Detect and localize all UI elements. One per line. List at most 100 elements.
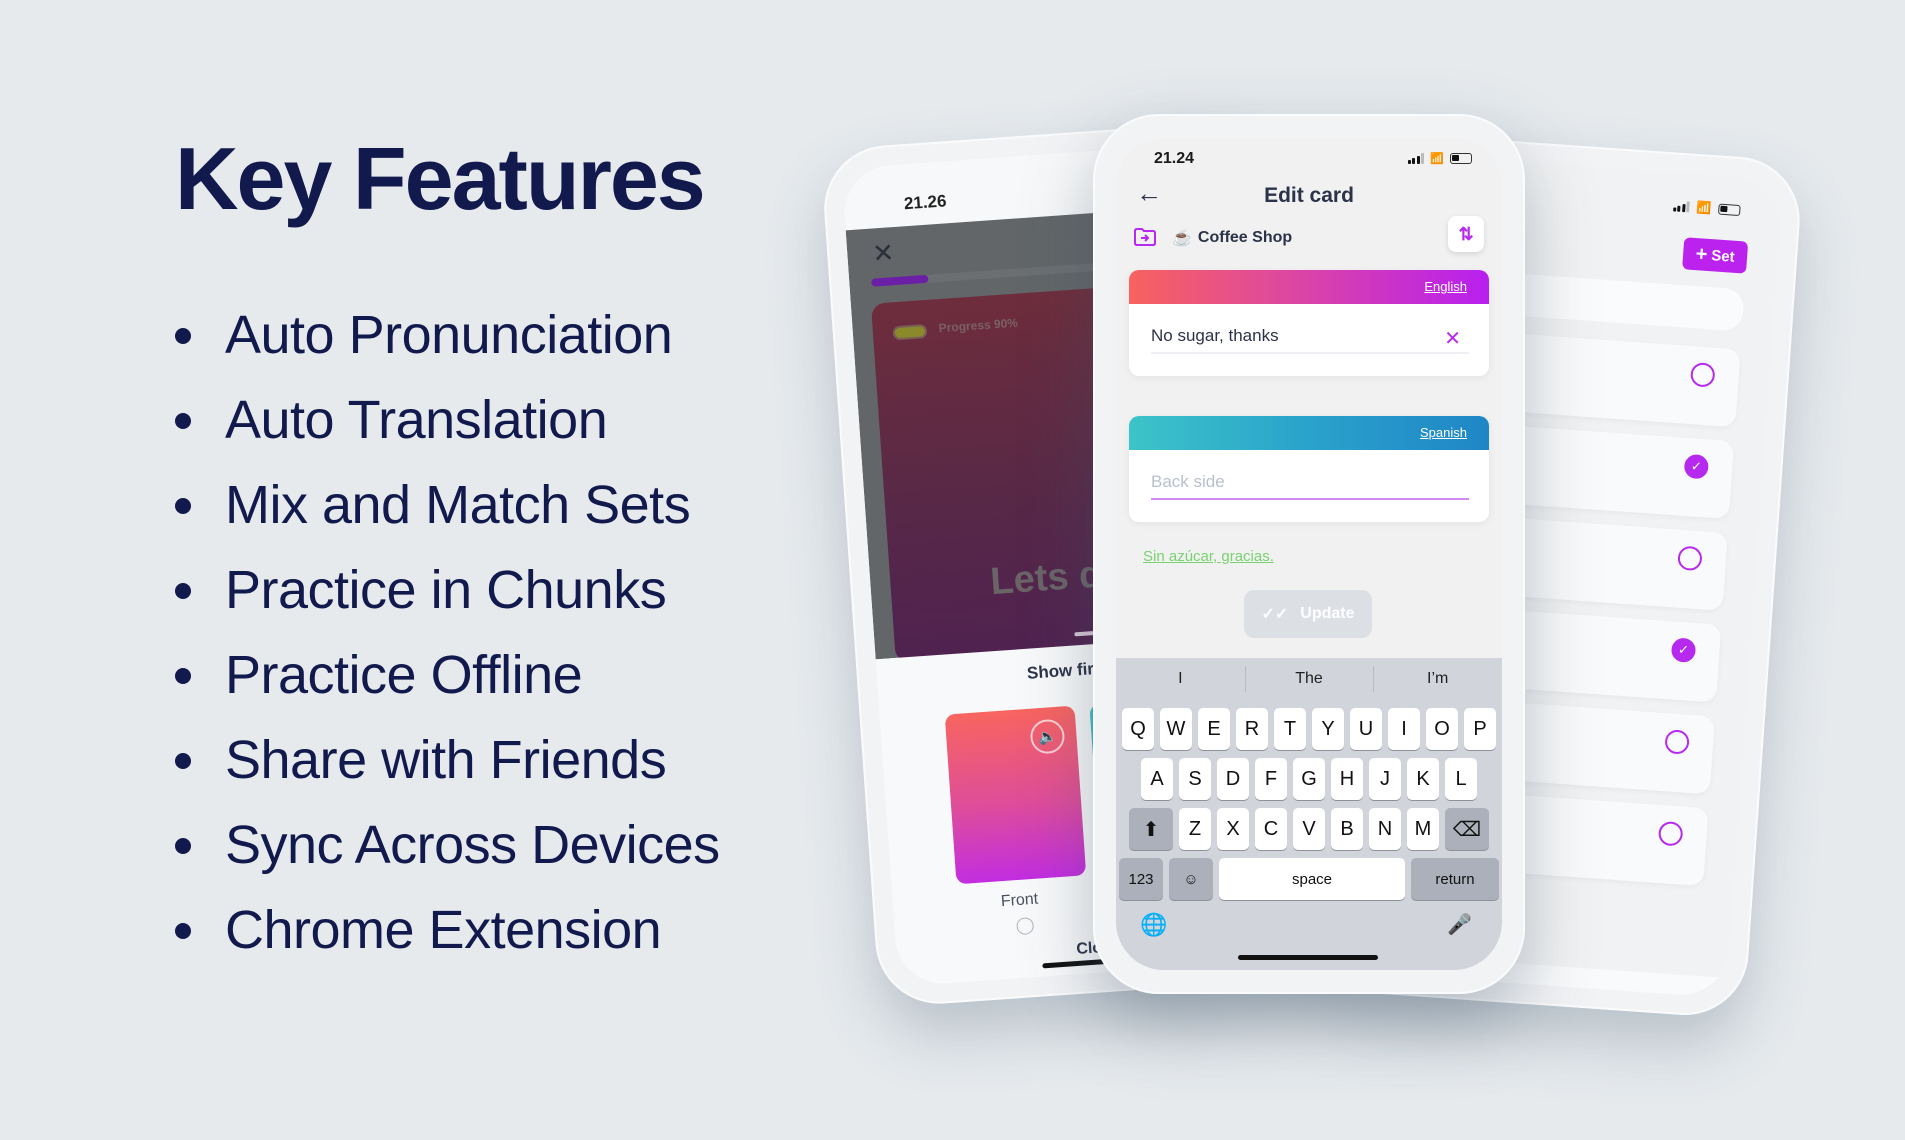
- move-folder-icon[interactable]: [1134, 228, 1156, 246]
- signal-icon: [1407, 153, 1425, 164]
- key-v[interactable]: V: [1293, 808, 1325, 850]
- back-side-input[interactable]: [1151, 466, 1469, 500]
- key-n[interactable]: N: [1369, 808, 1401, 850]
- wifi-icon: 📶: [1696, 200, 1712, 216]
- key-x[interactable]: X: [1217, 808, 1249, 850]
- coffee-icon: ☕: [1172, 230, 1192, 247]
- set-checkbox-checked[interactable]: ✓: [1683, 453, 1710, 480]
- keyboard-bottom-bar: 🌐 🎤: [1116, 906, 1502, 946]
- sheet-title: Show fir: [1026, 659, 1095, 683]
- set-checkbox[interactable]: [1689, 362, 1716, 388]
- feature-item: Practice Offline: [175, 640, 720, 725]
- session-progress-fill: [871, 274, 929, 287]
- set-checkbox[interactable]: [1677, 545, 1703, 572]
- bullet-icon: [175, 838, 191, 854]
- key-w[interactable]: W: [1160, 708, 1192, 750]
- swap-sides-icon[interactable]: ⇅: [1448, 216, 1484, 252]
- feature-item: Practice in Chunks: [175, 555, 720, 640]
- key-q[interactable]: Q: [1122, 708, 1154, 750]
- key-z[interactable]: Z: [1179, 808, 1211, 850]
- emoji-key[interactable]: ☺: [1169, 858, 1213, 900]
- key-p[interactable]: P: [1464, 708, 1496, 750]
- translation-suggestion-link[interactable]: Sin azúcar, gracias.: [1143, 548, 1274, 565]
- add-set-button[interactable]: + Set: [1682, 237, 1749, 274]
- front-side-header: English: [1129, 270, 1489, 304]
- bullet-icon: [175, 328, 191, 344]
- key-a[interactable]: A: [1141, 758, 1173, 800]
- set-selector[interactable]: ☕ Coffee Shop: [1172, 228, 1292, 248]
- suggestion[interactable]: The: [1244, 666, 1374, 692]
- front-label: Front: [1000, 890, 1039, 911]
- bullet-icon: [175, 413, 191, 429]
- bullet-icon: [175, 923, 191, 939]
- set-checkbox[interactable]: [1657, 820, 1684, 847]
- screen-title: Edit card: [1264, 184, 1354, 207]
- key-o[interactable]: O: [1426, 708, 1458, 750]
- feature-label: Practice Offline: [225, 645, 583, 705]
- status-time: 21.24: [1154, 150, 1195, 167]
- plus-icon: +: [1694, 243, 1709, 266]
- battery-icon: [1718, 203, 1741, 216]
- feature-label: Sync Across Devices: [225, 815, 720, 875]
- key-c[interactable]: C: [1255, 808, 1287, 850]
- return-key[interactable]: return: [1411, 858, 1499, 900]
- key-g[interactable]: G: [1293, 758, 1325, 800]
- feature-item: Mix and Match Sets: [175, 470, 720, 555]
- update-button[interactable]: ✓✓ Update: [1244, 590, 1372, 638]
- feature-label: Auto Translation: [225, 390, 608, 450]
- suggestion[interactable]: I’m: [1373, 666, 1502, 692]
- key-m[interactable]: M: [1407, 808, 1439, 850]
- front-card-option[interactable]: 🔈: [944, 705, 1087, 885]
- battery-icon: [1450, 153, 1472, 164]
- letter-keys: ZXCVBNM: [1179, 808, 1439, 850]
- feature-item: Sync Across Devices: [175, 810, 720, 895]
- numbers-key[interactable]: 123: [1119, 858, 1163, 900]
- globe-icon[interactable]: 🌐: [1140, 912, 1167, 938]
- set-checkbox[interactable]: [1664, 729, 1690, 755]
- front-radio[interactable]: [1016, 917, 1035, 936]
- key-d[interactable]: D: [1217, 758, 1249, 800]
- set-name: Coffee Shop: [1197, 229, 1293, 246]
- clear-icon[interactable]: ✕: [1444, 326, 1461, 351]
- shift-key[interactable]: ⬆: [1129, 808, 1173, 850]
- status-time: 21.26: [903, 191, 948, 214]
- feature-list: Auto Pronunciation Auto Translation Mix …: [175, 300, 720, 980]
- key-i[interactable]: I: [1388, 708, 1420, 750]
- close-icon[interactable]: ✕: [871, 237, 895, 269]
- front-side-input[interactable]: [1151, 320, 1469, 354]
- key-y[interactable]: Y: [1312, 708, 1344, 750]
- back-field: [1129, 450, 1489, 522]
- page-title: Key Features: [175, 129, 706, 228]
- progress-pill-icon: [892, 324, 928, 341]
- space-key[interactable]: space: [1219, 858, 1405, 900]
- microphone-icon[interactable]: 🎤: [1447, 912, 1472, 937]
- speaker-icon[interactable]: 🔈: [1029, 718, 1066, 755]
- feature-item: Auto Translation: [175, 385, 720, 470]
- update-label: Update: [1300, 605, 1355, 622]
- keyboard-row-2: ASDFGHJKL: [1116, 758, 1502, 800]
- key-t[interactable]: T: [1274, 708, 1306, 750]
- key-k[interactable]: K: [1407, 758, 1439, 800]
- bullet-icon: [175, 668, 191, 684]
- keyboard-row-1: QWERTYUIOP: [1116, 708, 1502, 750]
- key-h[interactable]: H: [1331, 758, 1363, 800]
- feature-label: Mix and Match Sets: [225, 475, 691, 535]
- key-j[interactable]: J: [1369, 758, 1401, 800]
- key-u[interactable]: U: [1350, 708, 1382, 750]
- back-side-card: Spanish: [1129, 416, 1489, 522]
- key-e[interactable]: E: [1198, 708, 1230, 750]
- home-indicator: [1238, 955, 1378, 960]
- backspace-key[interactable]: ⌫: [1445, 808, 1489, 850]
- key-l[interactable]: L: [1445, 758, 1477, 800]
- key-s[interactable]: S: [1179, 758, 1211, 800]
- suggestion[interactable]: I: [1116, 670, 1245, 688]
- front-language-link[interactable]: English: [1424, 279, 1467, 294]
- key-r[interactable]: R: [1236, 708, 1268, 750]
- key-f[interactable]: F: [1255, 758, 1287, 800]
- edit-card-screen: 21.24 📶 ← Edit card ☕ Coffee Shop ⇅ Engl…: [1116, 138, 1502, 970]
- set-checkbox-checked[interactable]: ✓: [1670, 637, 1697, 663]
- feature-label: Share with Friends: [225, 730, 667, 790]
- feature-label: Auto Pronunciation: [225, 305, 673, 365]
- back-language-link[interactable]: Spanish: [1420, 425, 1467, 440]
- key-b[interactable]: B: [1331, 808, 1363, 850]
